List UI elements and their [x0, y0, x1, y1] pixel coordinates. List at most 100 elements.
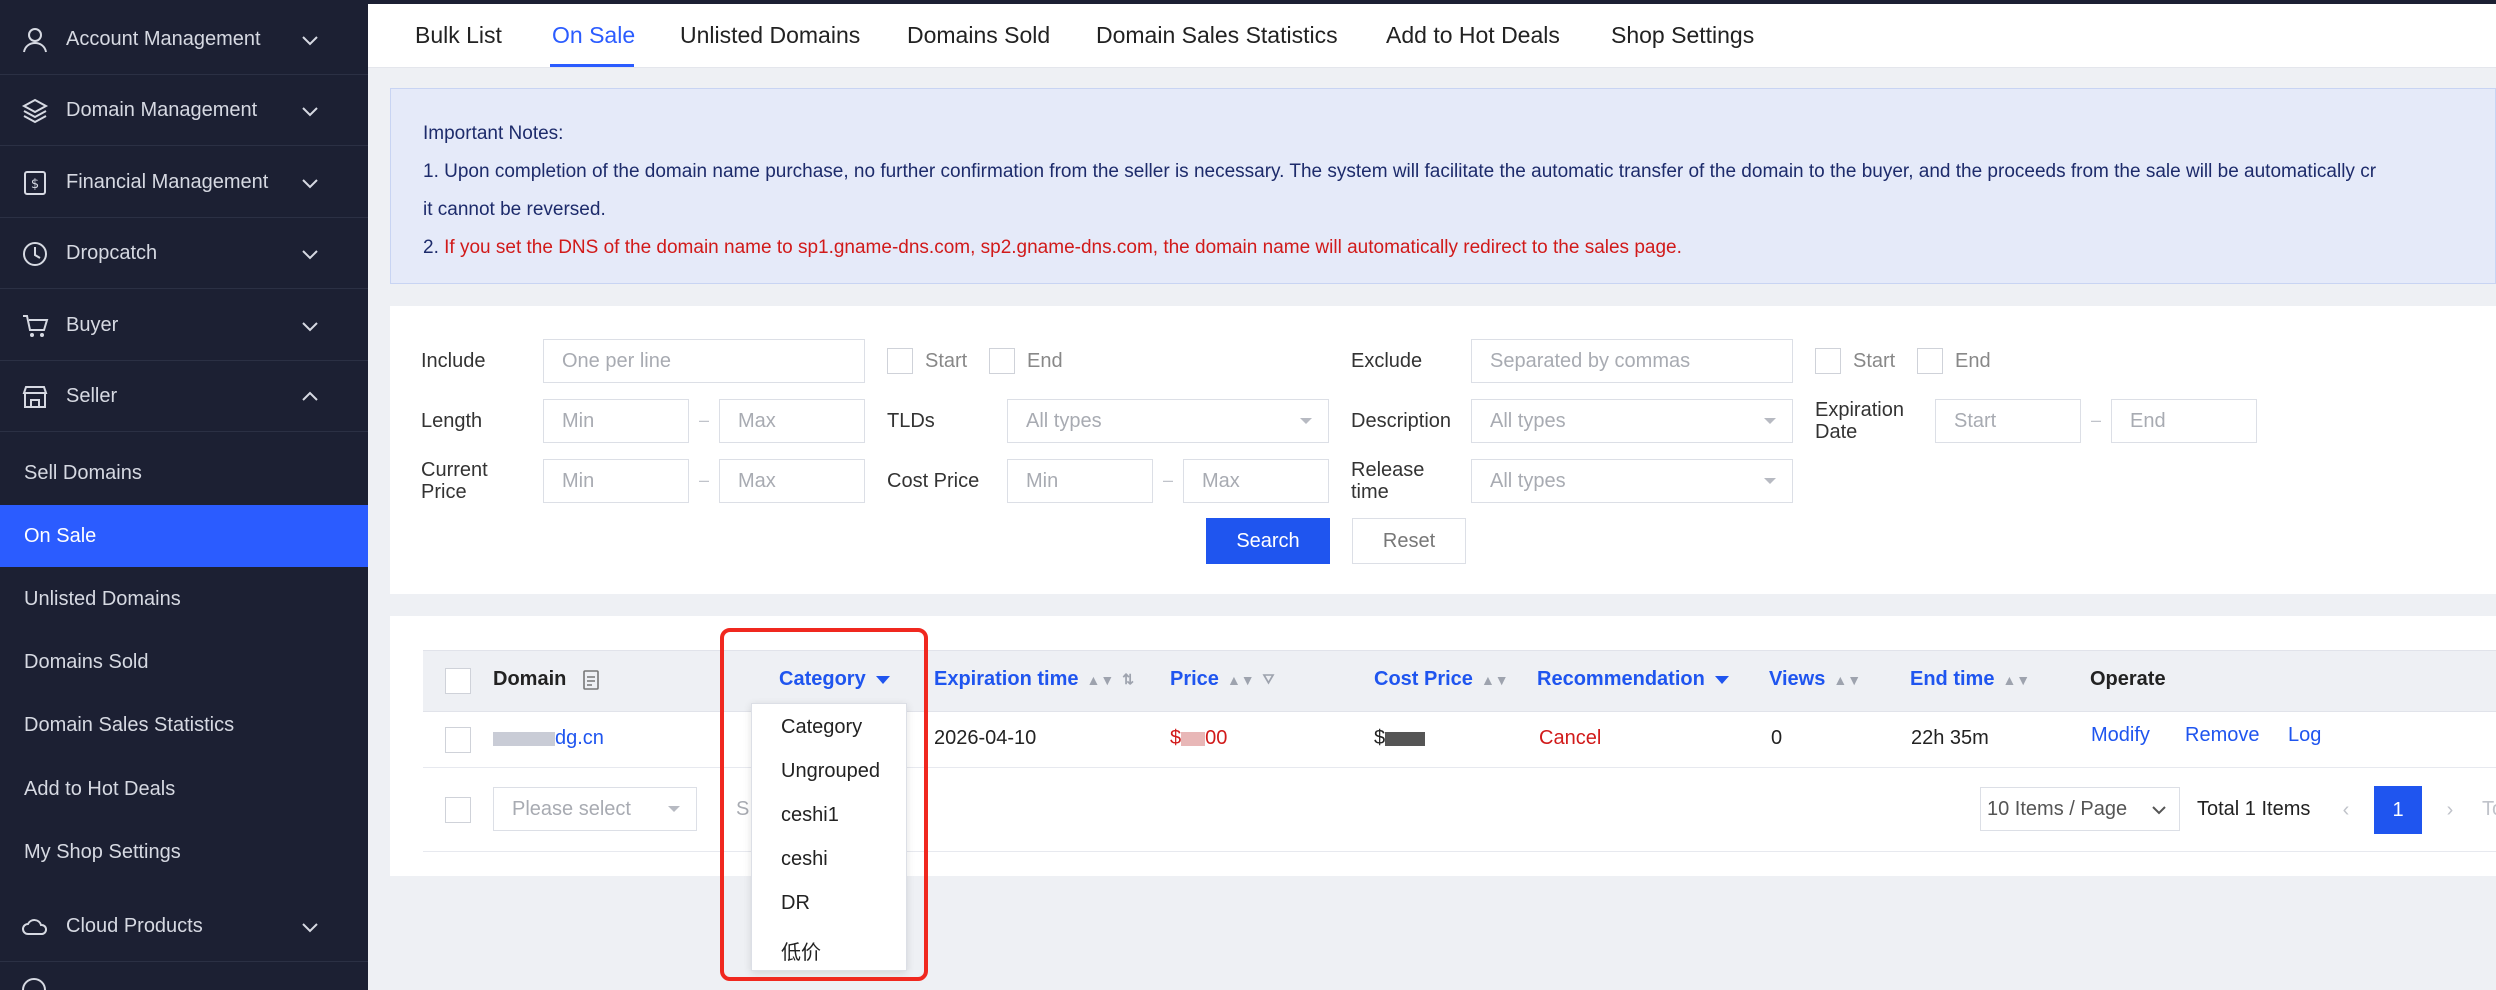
tab-domains-sold[interactable]: Domains Sold: [907, 22, 1050, 49]
notice-line-1b: it cannot be reversed.: [423, 199, 606, 220]
document-icon[interactable]: [582, 669, 600, 690]
sidebar-group-domain-management[interactable]: Domain Management: [0, 76, 368, 146]
price-suffix: 00: [1205, 727, 1228, 749]
sidebar-item-on-sale[interactable]: On Sale: [0, 505, 368, 567]
active-tab-indicator: [550, 64, 634, 67]
recommendation-cancel-link[interactable]: Cancel: [1539, 727, 1601, 750]
notice-line-2-text: If you set the DNS of the domain name to…: [444, 237, 1682, 258]
search-button[interactable]: Search: [1206, 518, 1330, 564]
include-end-checkbox[interactable]: [989, 348, 1015, 374]
column-header-recommendation[interactable]: Recommendation: [1537, 668, 1729, 691]
price-header-label: Price: [1170, 668, 1219, 690]
sidebar-item-add-to-hot-deals[interactable]: Add to Hot Deals: [0, 758, 368, 820]
cart-icon: [20, 311, 50, 341]
sidebar-group-buyer[interactable]: Buyer: [0, 291, 368, 361]
chevron-down-icon: [302, 321, 318, 331]
include-end-label: End: [1027, 350, 1063, 372]
expiration-label-line-1: Expiration: [1815, 399, 1904, 421]
page-number-button[interactable]: 1: [2374, 786, 2422, 834]
sidebar-group-financial-management[interactable]: $ Financial Management: [0, 148, 368, 218]
tab-unlisted-domains[interactable]: Unlisted Domains: [680, 22, 860, 49]
log-link[interactable]: Log: [2288, 724, 2321, 747]
tab-bulk-list[interactable]: Bulk List: [415, 22, 502, 49]
chevron-down-icon: [302, 922, 318, 932]
sidebar-next-icon: [20, 976, 48, 990]
sidebar-item-unlisted-domains[interactable]: Unlisted Domains: [0, 568, 368, 630]
sidebar-group-label: Buyer: [66, 314, 119, 336]
next-page-icon[interactable]: ›: [2426, 786, 2474, 834]
expiration-end-input[interactable]: End: [2111, 399, 2257, 443]
chevron-down-icon: [2152, 806, 2166, 815]
redacted-text: [1385, 731, 1426, 746]
tab-shop-settings[interactable]: Shop Settings: [1611, 22, 1754, 49]
row-checkbox[interactable]: [445, 727, 471, 753]
sidebar-group-account-management[interactable]: Account Management: [0, 5, 368, 75]
sidebar-group-seller[interactable]: Seller: [0, 362, 368, 432]
recommendation-header-label: Recommendation: [1537, 668, 1705, 690]
page-size-select[interactable]: 10 Items / Page: [1980, 787, 2180, 831]
length-min-input[interactable]: Min: [543, 399, 689, 443]
current-price-min-input[interactable]: Min: [543, 459, 689, 503]
remove-link[interactable]: Remove: [2185, 724, 2259, 747]
sort-icon: ▲▼: [1226, 671, 1255, 688]
tlds-label: TLDs: [887, 410, 935, 432]
sort-icon: ▲▼: [2002, 671, 2031, 688]
tab-domain-sales-statistics[interactable]: Domain Sales Statistics: [1096, 22, 1338, 49]
column-header-expiration-time[interactable]: Expiration time ▲▼ ⇅: [934, 668, 1134, 691]
cost-prefix: $: [1374, 727, 1386, 749]
include-start-checkbox[interactable]: [887, 348, 913, 374]
column-header-domain[interactable]: Domain: [493, 668, 600, 691]
tab-add-to-hot-deals[interactable]: Add to Hot Deals: [1386, 22, 1560, 49]
expiration-start-input[interactable]: Start: [1935, 399, 2081, 443]
cost-price-min-input[interactable]: Min: [1007, 459, 1153, 503]
notice-line-1: 1. Upon completion of the domain name pu…: [423, 161, 2377, 182]
sidebar-group-label: Cloud Products: [66, 915, 203, 937]
page-size-value: 10 Items / Page: [1987, 797, 2128, 820]
cost-price-max-input[interactable]: Max: [1183, 459, 1329, 503]
exclude-input[interactable]: Separated by commas: [1471, 339, 1793, 383]
current-price-label-line-1: Current: [421, 459, 488, 481]
bulk-action-select[interactable]: Please select: [493, 787, 697, 831]
expiration-date-label: Expiration Date: [1815, 399, 1904, 443]
range-dash: –: [699, 410, 710, 430]
description-select[interactable]: All types: [1471, 399, 1793, 443]
sidebar-item-domains-sold[interactable]: Domains Sold: [0, 631, 368, 693]
caret-down-icon: [1300, 418, 1312, 424]
sidebar-group-cloud-products[interactable]: Cloud Products: [0, 892, 368, 962]
column-header-views[interactable]: Views ▲▼: [1769, 668, 1861, 691]
sidebar-item-sell-domains[interactable]: Sell Domains: [0, 442, 368, 504]
sidebar-group-label: Domain Management: [66, 99, 258, 121]
cloud-icon: [20, 912, 50, 942]
current-price-max-input[interactable]: Max: [719, 459, 865, 503]
shop-icon: [20, 382, 50, 412]
column-header-cost-price[interactable]: Cost Price ▲▼: [1374, 668, 1509, 691]
views-header-label: Views: [1769, 668, 1826, 690]
footer-select-checkbox[interactable]: [445, 797, 471, 823]
sidebar-item-my-shop-settings[interactable]: My Shop Settings: [0, 821, 368, 883]
total-items: Total 1 Items: [2197, 798, 2311, 820]
sort-toggle-icon[interactable]: ⇅: [1122, 671, 1134, 688]
tlds-select[interactable]: All types: [1007, 399, 1329, 443]
select-all-checkbox[interactable]: [445, 668, 471, 694]
important-notes: Important Notes: 1. Upon completion of t…: [390, 88, 2496, 284]
exclude-start-label: Start: [1853, 350, 1896, 372]
filter-icon[interactable]: ⛛: [1263, 671, 1275, 688]
sort-icon: ▲▼: [1086, 671, 1115, 688]
prev-page-icon[interactable]: ‹: [2322, 786, 2370, 834]
length-max-input[interactable]: Max: [719, 399, 865, 443]
exclude-start-checkbox[interactable]: [1815, 348, 1841, 374]
modify-link[interactable]: Modify: [2091, 724, 2150, 747]
include-input[interactable]: One per line: [543, 339, 865, 383]
exclude-end-checkbox[interactable]: [1917, 348, 1943, 374]
release-time-select[interactable]: All types: [1471, 459, 1793, 503]
column-header-price[interactable]: Price ▲▼ ⛛: [1170, 668, 1274, 691]
tab-on-sale[interactable]: On Sale: [552, 22, 635, 49]
domain-suffix: dg.cn: [555, 727, 604, 749]
domain-link[interactable]: dg.cn: [493, 727, 604, 750]
domain-header-label: Domain: [493, 668, 567, 690]
sidebar-item-domain-sales-statistics[interactable]: Domain Sales Statistics: [0, 694, 368, 756]
sidebar-group-dropcatch[interactable]: Dropcatch: [0, 219, 368, 289]
highlight-annotation-box: [720, 628, 928, 981]
column-header-end-time[interactable]: End time ▲▼: [1910, 668, 2030, 691]
reset-button[interactable]: Reset: [1352, 518, 1466, 564]
